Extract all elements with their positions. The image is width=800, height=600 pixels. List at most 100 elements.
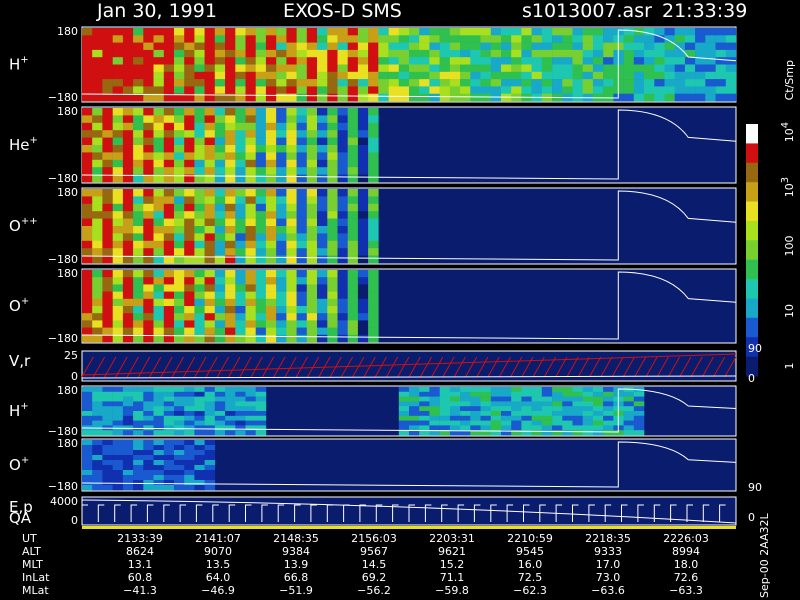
- spectrogram-cell: [163, 320, 175, 328]
- spectrogram-cell: [184, 475, 195, 481]
- spectrogram-cell: [143, 71, 154, 80]
- spectrogram-cell: [82, 334, 93, 343]
- spectrogram-cell: [603, 71, 614, 80]
- spectrogram-cell: [654, 28, 665, 36]
- spectrogram-cell: [705, 35, 716, 43]
- spectrogram-cell: [327, 334, 338, 343]
- spectrogram-cell: [531, 79, 543, 87]
- spectrogram-cell: [368, 108, 379, 116]
- spectrogram-cell: [327, 145, 338, 153]
- spectrogram-cell: [562, 430, 573, 436]
- spectrogram-cell: [153, 152, 164, 161]
- spectrogram-cell: [235, 28, 246, 36]
- spectrogram-cell: [603, 401, 614, 407]
- spectrogram-cell: [265, 313, 277, 321]
- spectrogram-cell: [245, 152, 256, 161]
- spectrogram-cell: [255, 415, 267, 421]
- table-cell: 2133:39: [117, 532, 163, 545]
- spectrogram-cell: [725, 79, 737, 87]
- spectrogram-cell: [715, 42, 727, 51]
- spectrogram-cell: [470, 71, 481, 80]
- spectrogram-cell: [306, 122, 318, 131]
- spectrogram-cell: [725, 28, 737, 36]
- spectrogram-cell: [255, 406, 267, 412]
- spectrogram-cell: [368, 196, 379, 205]
- spectrogram-cell: [623, 49, 635, 58]
- spectrogram-cell: [174, 64, 185, 73]
- spectrogram-cell: [419, 396, 430, 402]
- spectrogram-cell: [82, 218, 93, 227]
- spectrogram-cell: [317, 159, 328, 168]
- spectrogram-cell: [204, 49, 216, 58]
- spectrogram-cell: [194, 71, 205, 80]
- spectrogram-cell: [163, 218, 175, 227]
- spectrogram-cell: [531, 86, 543, 94]
- spectrogram-cell: [225, 327, 236, 336]
- spectrogram-cell: [521, 420, 532, 426]
- spectrogram-cell: [92, 475, 103, 481]
- spectrogram-cell: [245, 35, 256, 43]
- spectrogram-cell: [286, 327, 297, 336]
- spectrogram-cell: [368, 334, 379, 343]
- spectrogram-cell: [337, 159, 348, 168]
- spectrogram-cell: [317, 240, 328, 249]
- spectrogram-cell: [296, 277, 308, 285]
- spectrogram-cell: [204, 420, 216, 426]
- spectrogram-cell: [265, 152, 277, 161]
- spectrogram-cell: [92, 450, 103, 456]
- spectrogram-cell: [674, 86, 686, 94]
- spectrogram-cell: [296, 167, 308, 175]
- spectrogram-cell: [368, 130, 379, 138]
- spectrogram-cell: [715, 57, 727, 65]
- spectrogram-cell: [337, 57, 348, 65]
- spectrogram-cell: [214, 167, 226, 175]
- spectrogram-cell: [317, 71, 328, 80]
- spectrogram-cell: [235, 425, 246, 431]
- spectrogram-cell: [409, 425, 420, 431]
- spectrogram-cell: [174, 130, 185, 138]
- spectrogram-cell: [163, 42, 175, 51]
- spectrogram-cell: [204, 320, 216, 328]
- spectrogram-cell: [112, 284, 124, 292]
- table-cell: 13.1: [128, 558, 153, 571]
- spectrogram-cell: [644, 79, 655, 87]
- spectrogram-cell: [194, 248, 205, 256]
- spectrogram-cell: [174, 108, 185, 116]
- spectrogram-cell: [357, 79, 369, 87]
- spectrogram-cell: [306, 145, 318, 153]
- spectrogram-cell: [143, 277, 154, 285]
- spectrogram-cell: [276, 28, 287, 36]
- spectrogram-cell: [102, 57, 113, 65]
- spectrogram-cell: [235, 327, 246, 336]
- spectrogram-cell: [245, 270, 256, 278]
- spectrogram-cell: [194, 42, 205, 51]
- spectrogram-cell: [337, 35, 348, 43]
- spectrogram-cell: [695, 42, 706, 51]
- spectrogram-cell: [286, 145, 297, 153]
- spectrogram-cell: [409, 401, 420, 407]
- spectrogram-cell: [439, 79, 451, 87]
- spectrogram-cell: [501, 57, 512, 65]
- spectrogram-cell: [378, 93, 389, 102]
- spectrogram-cell: [531, 49, 543, 58]
- spectrogram-cell: [592, 28, 604, 36]
- spectrogram-cell: [92, 189, 103, 197]
- spectrogram-cell: [276, 327, 287, 336]
- panel-label: V,r: [9, 352, 31, 370]
- spectrogram-cell: [265, 306, 277, 314]
- spectrogram-cell: [398, 396, 410, 402]
- spectrogram-cell: [92, 445, 103, 451]
- spectrogram-cell: [276, 320, 287, 328]
- spectrogram-cell: [388, 71, 400, 80]
- header-time: 21:33:39: [662, 0, 747, 22]
- spectrogram-cell: [337, 108, 348, 116]
- spectrogram-cell: [153, 406, 164, 412]
- spectrogram-cell: [133, 49, 144, 58]
- spectrogram-cell: [265, 327, 277, 336]
- spectrogram-cell: [480, 79, 491, 87]
- spectrogram-cell: [582, 425, 594, 431]
- spectrogram-cell: [214, 430, 226, 436]
- spectrogram-cell: [225, 270, 236, 278]
- spectrogram-cell: [214, 306, 226, 314]
- spectrogram-cell: [204, 411, 216, 417]
